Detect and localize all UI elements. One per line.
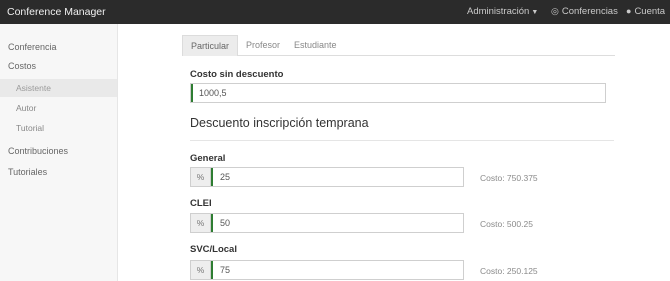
tab-particular[interactable]: Particular — [182, 35, 239, 56]
general-label: General — [190, 153, 226, 164]
tab-estudiante[interactable]: Estudiante — [286, 35, 345, 55]
sidebar-item-tutorial[interactable]: Tutorial — [0, 119, 117, 137]
percent-addon: % — [190, 213, 210, 233]
sidebar-item-asistente[interactable]: Asistente — [0, 79, 117, 97]
caret-down-icon: ▼ — [531, 9, 539, 16]
admin-menu-label: Administración — [467, 6, 530, 17]
clei-costo: Costo: 500.25 — [480, 219, 533, 229]
sidebar-item-tutorial-label: Tutorial — [16, 123, 45, 133]
sidebar: Conferencia Costos Asistente Autor Tutor… — [0, 24, 118, 281]
sidebar-item-autor-label: Autor — [16, 103, 37, 113]
top-navbar: Conference Manager Administración ▼ ◎ Conf… — [0, 0, 670, 24]
clei-percent-input[interactable]: 50 — [210, 213, 464, 233]
main-content: Particular Profesor Estudiante Costo sin… — [118, 24, 670, 281]
tab-bar: Particular Profesor Estudiante — [182, 35, 615, 56]
tab-profesor[interactable]: Profesor — [238, 35, 288, 55]
cuenta-label: Cuenta — [634, 6, 666, 17]
cuenta-menu[interactable]: ● Cuenta — [626, 6, 665, 17]
admin-menu[interactable]: Administración ▼ — [467, 6, 538, 17]
sidebar-item-asistente-label: Asistente — [16, 83, 51, 93]
clei-percent-value: 50 — [220, 218, 231, 228]
globe-icon: ◎ — [551, 6, 559, 16]
conferencias-label: Conferencias — [561, 6, 618, 17]
brand-title[interactable]: Conference Manager — [7, 6, 106, 18]
sidebar-item-costos[interactable]: Costos — [8, 61, 36, 71]
svc-local-costo: Costo: 250.125 — [480, 266, 538, 276]
svc-local-percent-value: 75 — [220, 265, 231, 275]
costo-input-value: 1000,5 — [199, 88, 227, 98]
costo-label: Costo sin descuento — [190, 69, 284, 80]
svc-local-percent-input[interactable]: 75 — [210, 260, 464, 280]
general-costo: Costo: 750.375 — [480, 173, 538, 183]
input-accent-bar — [211, 214, 213, 232]
section-title: Descuento inscripción temprana — [190, 116, 369, 130]
svc-local-label: SVC/Local — [190, 244, 237, 255]
percent-addon: % — [190, 167, 210, 187]
general-percent-value: 25 — [220, 172, 231, 182]
clei-label: CLEI — [190, 198, 212, 209]
input-accent-bar — [211, 168, 213, 186]
input-accent-bar — [211, 261, 213, 279]
user-icon: ● — [626, 6, 632, 16]
sidebar-item-conferencia[interactable]: Conferencia — [8, 42, 57, 52]
conferencias-link[interactable]: ◎ Conferencias — [551, 6, 618, 17]
sidebar-item-autor[interactable]: Autor — [0, 99, 117, 117]
costo-input[interactable]: 1000,5 — [190, 83, 606, 103]
input-accent-bar — [191, 84, 193, 102]
divider — [190, 140, 614, 141]
sidebar-item-contribuciones[interactable]: Contribuciones — [8, 146, 68, 156]
sidebar-item-tutoriales[interactable]: Tutoriales — [8, 167, 47, 177]
general-percent-input[interactable]: 25 — [210, 167, 464, 187]
percent-addon: % — [190, 260, 210, 280]
